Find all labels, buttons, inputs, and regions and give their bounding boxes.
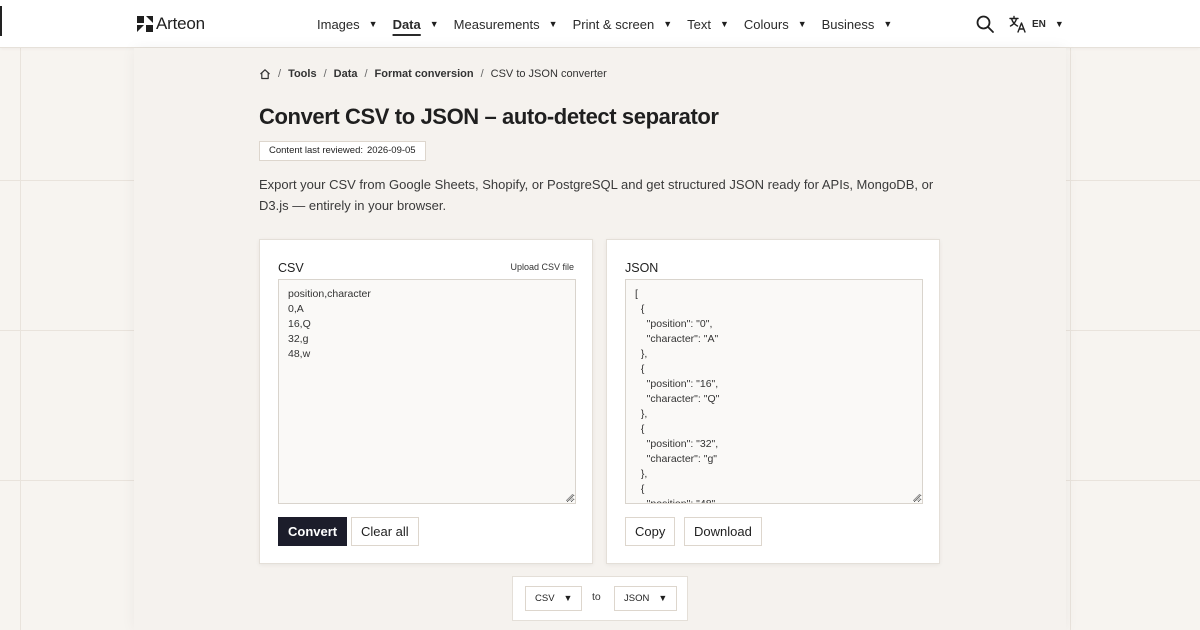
breadcrumb-separator: / (278, 68, 282, 80)
intro-text: Export your CSV from Google Sheets, Shop… (259, 177, 934, 213)
brand-logo-link[interactable]: Arteon (137, 14, 205, 34)
caret-down-icon: ▼ (658, 593, 668, 603)
nav-item-label: Colours (743, 16, 789, 32)
nav-item-label: Text (687, 16, 711, 32)
translate-icon (1009, 15, 1026, 33)
nav-item-measurements[interactable]: Measurements ▼ (454, 0, 558, 48)
csv-input[interactable]: position,character 0,A 16,Q 32,g 48,w (278, 279, 576, 504)
reviewed-badge: Content last reviewed: 2026-09-05 (259, 141, 426, 161)
resize-grip-icon[interactable] (566, 494, 573, 501)
nav-item-data[interactable]: Data ▼ (393, 0, 439, 48)
nav-item-label: Images (317, 16, 360, 32)
json-panel: JSON [ { "position": "0", "character": "… (606, 239, 940, 564)
window-edge-mark (0, 6, 2, 36)
nav-item-text[interactable]: Text ▼ (687, 0, 729, 48)
from-format-value: CSV (535, 593, 555, 604)
caret-down-icon: ▼ (663, 19, 673, 29)
breadcrumb-separator: / (364, 68, 368, 80)
arteon-logo-icon (137, 16, 153, 32)
json-label: JSON (625, 261, 659, 275)
nav-item-label: Data (392, 16, 421, 32)
csv-label: CSV (278, 261, 304, 275)
breadcrumb-link-tools[interactable]: Tools (288, 68, 317, 80)
nav-item-label: Business (821, 16, 875, 32)
copy-button[interactable]: Copy (625, 517, 676, 546)
top-navigation-bar: Arteon Images ▼ Data ▼ Measurements ▼ Pr… (0, 0, 1200, 48)
json-output[interactable]: [ { "position": "0", "character": "A" },… (625, 279, 923, 504)
breadcrumb-current: CSV to JSON converter (490, 68, 607, 80)
main-content: / Tools / Data / Format conversion / CSV… (134, 48, 1066, 630)
csv-panel: CSV Upload CSV file position,character 0… (259, 239, 593, 564)
breadcrumb-separator: / (323, 68, 327, 80)
page-title: Convert CSV to JSON – auto-detect separa… (259, 104, 719, 129)
main-menu: Images ▼ Data ▼ Measurements ▼ Print & s… (317, 0, 907, 48)
download-button[interactable]: Download (684, 517, 762, 546)
caret-down-icon: ▼ (797, 19, 807, 29)
search-button[interactable] (975, 14, 995, 34)
reviewed-label: Content last reviewed: (269, 145, 363, 156)
home-icon[interactable] (259, 68, 271, 80)
breadcrumb-link-format-conversion[interactable]: Format conversion (375, 68, 474, 80)
caret-down-icon: ▼ (883, 19, 893, 29)
reviewed-date: 2026-09-05 (367, 145, 416, 156)
brand-name: Arteon (156, 14, 205, 33)
breadcrumb-link-data[interactable]: Data (334, 68, 358, 80)
clear-all-button[interactable]: Clear all (351, 517, 419, 546)
caret-down-icon: ▼ (563, 593, 573, 603)
to-format-value: JSON (624, 593, 650, 604)
breadcrumb-separator: / (480, 68, 484, 80)
caret-down-icon: ▼ (368, 19, 378, 29)
format-selector: CSV ▼ to JSON ▼ (512, 576, 688, 621)
to-format-select[interactable]: JSON ▼ (614, 586, 678, 611)
language-selector[interactable]: EN ▼ (1009, 14, 1064, 34)
nav-item-images[interactable]: Images ▼ (317, 0, 378, 48)
language-code: EN (1032, 18, 1046, 30)
caret-down-icon: ▼ (548, 19, 558, 29)
nav-item-label: Measurements (453, 16, 540, 32)
format-to-label: to (592, 591, 601, 603)
nav-item-business[interactable]: Business ▼ (822, 0, 893, 48)
nav-item-label: Print & screen (572, 16, 655, 32)
caret-down-icon: ▼ (720, 19, 729, 29)
from-format-select[interactable]: CSV ▼ (525, 586, 583, 611)
caret-down-icon: ▼ (429, 19, 439, 29)
caret-down-icon: ▼ (1054, 19, 1064, 29)
search-icon (976, 15, 994, 33)
resize-grip-icon[interactable] (913, 494, 920, 501)
breadcrumb: / Tools / Data / Format conversion / CSV… (259, 68, 607, 80)
nav-item-print-screen[interactable]: Print & screen ▼ (573, 0, 673, 48)
convert-button[interactable]: Convert (278, 517, 348, 546)
nav-item-colours[interactable]: Colours ▼ (744, 0, 807, 48)
upload-csv-link[interactable]: Upload CSV file (510, 262, 574, 272)
